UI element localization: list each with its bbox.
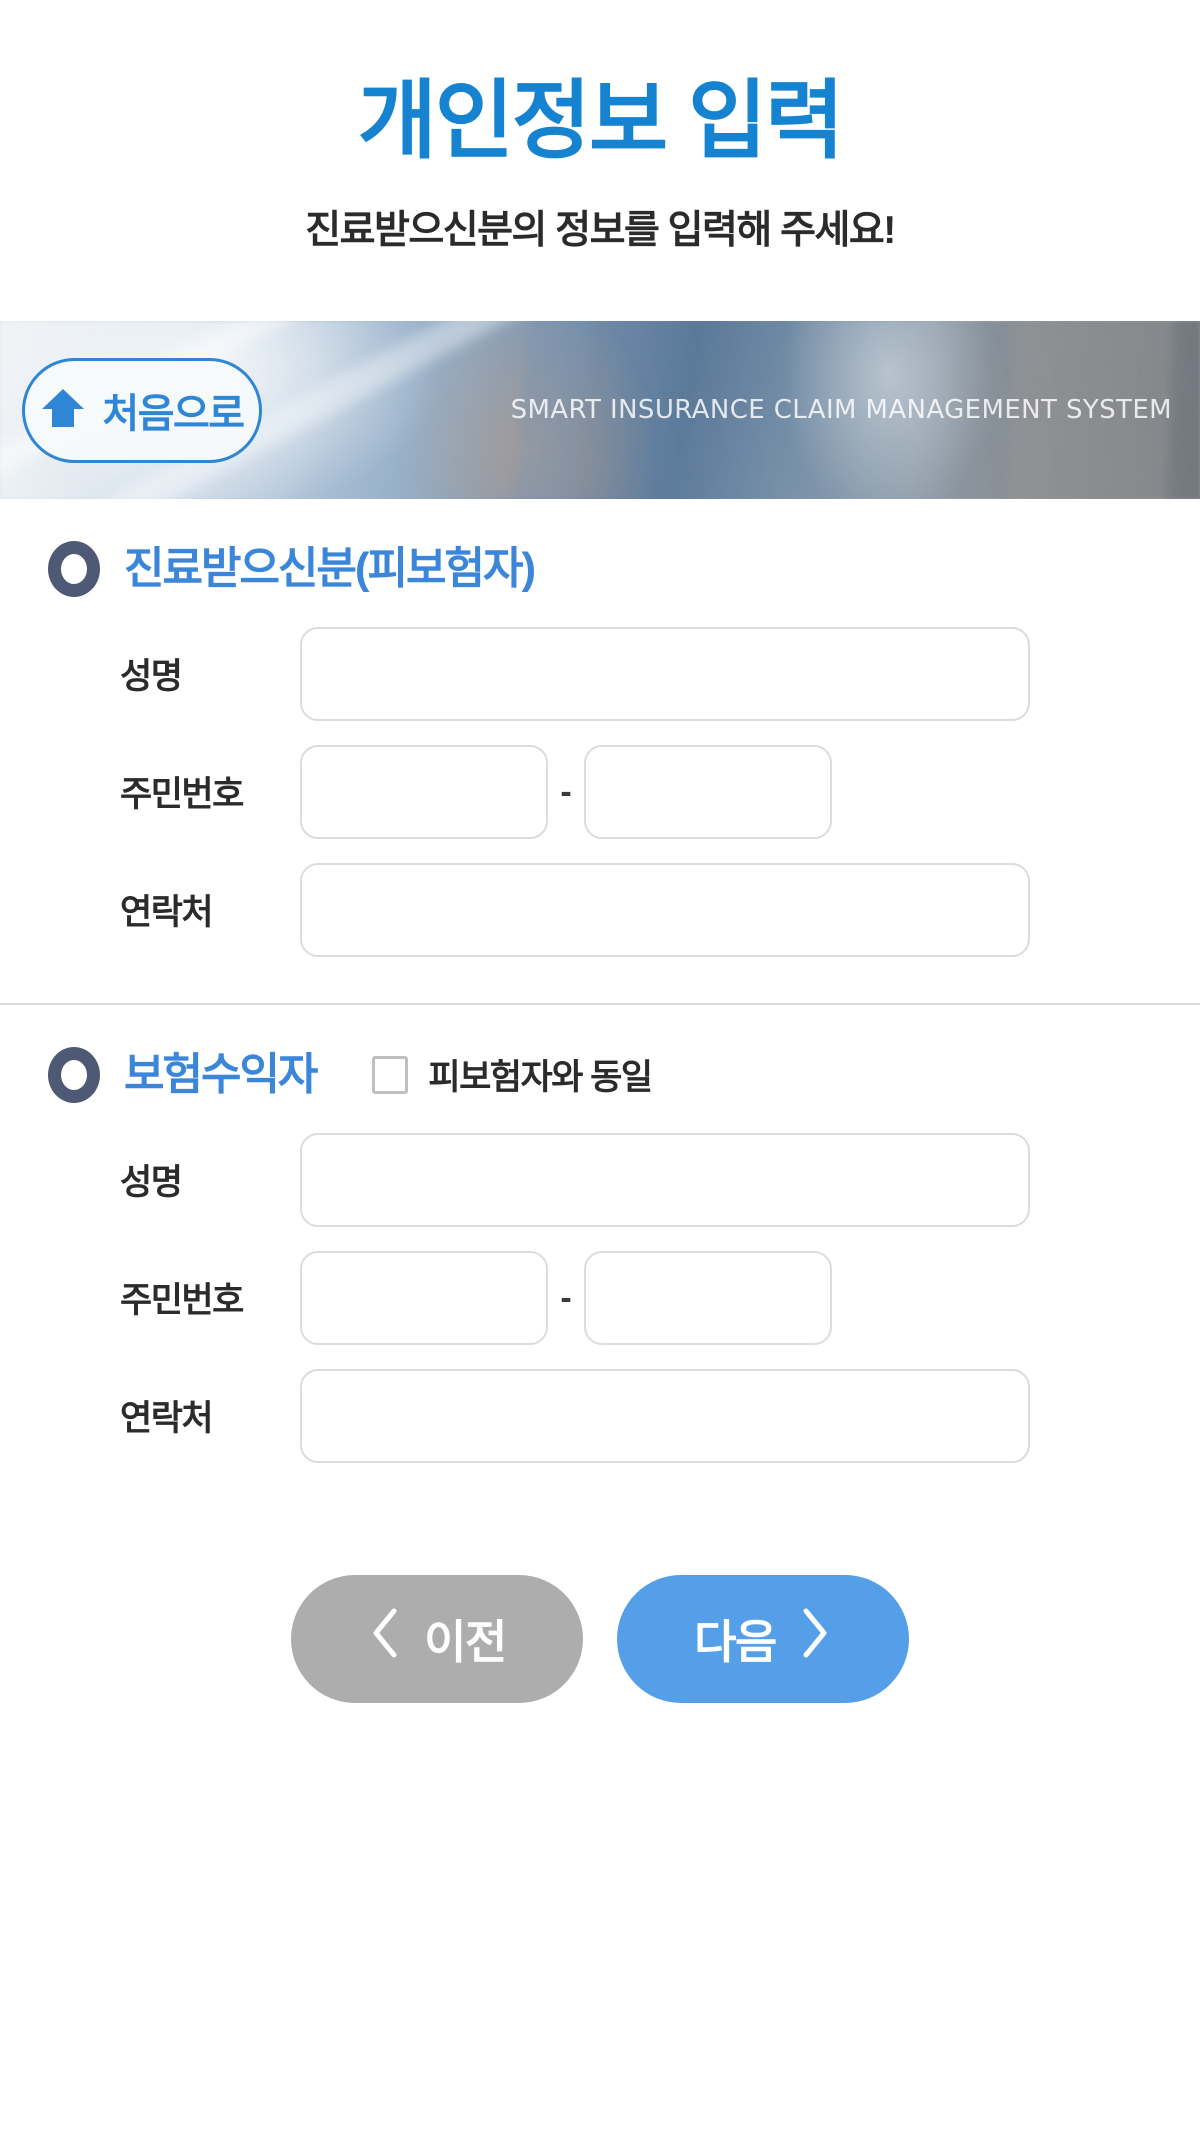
system-name-text: SMART INSURANCE CLAIM MANAGEMENT SYSTEM [510,394,1172,425]
chevron-right-icon [798,1605,832,1672]
field-label-phone-beneficiary: 연락처 [120,1399,214,1439]
section-divider [0,1002,1200,1005]
next-button-label: 다음 [694,1615,777,1668]
field-label-name-insured: 성명 [120,657,183,697]
field-label-ssn-beneficiary: 주민번호 [120,1281,244,1321]
name-input-beneficiary[interactable] [300,1132,1030,1227]
field-group-insured: 성명 주민번호 - 연락처 [0,626,1200,957]
ssn-front-input-insured[interactable] [300,744,548,839]
navigation-buttons: 이전 다음 [0,1574,1200,1703]
ssn-back-input-beneficiary[interactable] [584,1250,832,1345]
same-as-insured-checkbox[interactable] [372,1055,409,1094]
section-beneficiary: 보험수익자 피보험자와 동일 성명 주민번호 - 연락처 [0,1046,1200,1463]
home-button-label: 처음으로 [102,392,245,437]
field-label-phone-insured: 연락처 [120,893,214,933]
field-row-ssn-beneficiary: 주민번호 - [0,1250,1200,1345]
ring-bullet-icon [48,1046,100,1103]
field-group-beneficiary: 성명 주민번호 - 연락처 [0,1132,1200,1463]
ssn-front-input-beneficiary[interactable] [300,1250,548,1345]
section-title-insured: 진료받으신분(피보험자) [124,543,536,593]
field-row-phone-insured: 연락처 [0,862,1200,957]
next-button[interactable]: 다음 [617,1574,909,1703]
ssn-separator-beneficiary: - [560,1278,572,1317]
chevron-left-icon [368,1605,402,1672]
page-header: 개인정보 입력 진료받으신분의 정보를 입력해 주세요! [0,0,1200,253]
phone-input-beneficiary[interactable] [300,1368,1030,1463]
section-title-beneficiary: 보험수익자 [124,1049,318,1099]
section-header-beneficiary: 보험수익자 피보험자와 동일 [0,1046,1200,1103]
prev-button[interactable]: 이전 [291,1574,583,1703]
section-insured: 진료받으신분(피보험자) 성명 주민번호 - 연락처 [0,540,1200,957]
prev-button-label: 이전 [424,1615,507,1668]
field-row-ssn-insured: 주민번호 - [0,744,1200,839]
ring-bullet-icon [48,540,100,597]
home-icon [40,385,86,436]
banner: 처음으로 SMART INSURANCE CLAIM MANAGEMENT SY… [0,320,1200,499]
same-as-insured-checkbox-group[interactable]: 피보험자와 동일 [372,1049,653,1100]
field-row-phone-beneficiary: 연락처 [0,1368,1200,1463]
field-row-name-beneficiary: 성명 [0,1132,1200,1227]
field-label-ssn-insured: 주민번호 [120,775,244,815]
field-label-name-beneficiary: 성명 [120,1163,183,1203]
page-title: 개인정보 입력 [357,73,845,169]
same-as-insured-label: 피보험자와 동일 [428,1058,653,1098]
name-input-insured[interactable] [300,626,1030,721]
page-subtitle: 진료받으신분의 정보를 입력해 주세요! [305,209,896,252]
section-header-insured: 진료받으신분(피보험자) [0,540,1200,597]
ssn-separator-insured: - [560,772,572,811]
ssn-back-input-insured[interactable] [584,744,832,839]
phone-input-insured[interactable] [300,862,1030,957]
home-button[interactable]: 처음으로 [22,357,262,463]
field-row-name-insured: 성명 [0,626,1200,721]
